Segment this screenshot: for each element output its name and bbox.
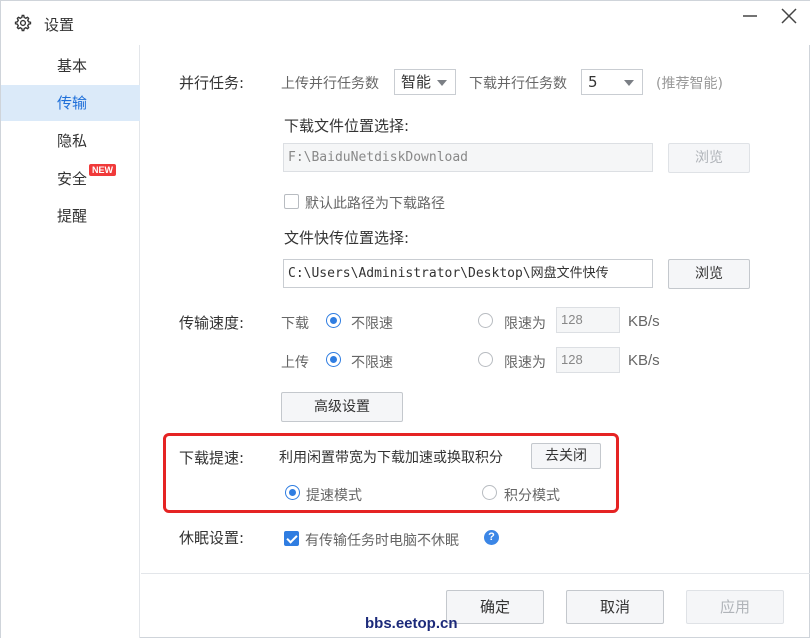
download-parallel-value: 5 bbox=[588, 73, 598, 91]
sidebar-item-label: 传输 bbox=[57, 94, 88, 112]
download-boost-label: 下载提速: bbox=[179, 449, 245, 467]
sidebar-item-label: 基本 bbox=[57, 57, 88, 75]
default-path-checkbox-label: 默认此路径为下载路径 bbox=[305, 196, 445, 212]
sidebar-item-label: 隐私 bbox=[57, 132, 88, 150]
chevron-down-icon bbox=[437, 80, 447, 86]
speed-mode-radio[interactable] bbox=[285, 485, 300, 500]
default-path-checkbox[interactable] bbox=[284, 194, 299, 209]
ok-button[interactable]: 确定 bbox=[446, 590, 544, 624]
apply-button[interactable]: 应用 bbox=[686, 590, 784, 624]
points-mode-radio[interactable] bbox=[482, 485, 497, 500]
help-icon[interactable]: ? bbox=[484, 530, 499, 545]
transfer-settings-panel: 并行任务: 上传并行任务数 智能 下载并行任务数 5 (推荐智能) 下载文件位置… bbox=[141, 45, 810, 638]
sidebar-item-privacy[interactable]: 隐私 bbox=[1, 123, 140, 159]
sidebar-item-label: 提醒 bbox=[57, 207, 88, 225]
chevron-down-icon bbox=[624, 80, 634, 86]
speed-upload-label: 上传 bbox=[281, 355, 309, 371]
footer-divider bbox=[141, 573, 810, 574]
upload-unit-label: KB/s bbox=[628, 352, 660, 369]
download-boost-description: 利用闲置带宽为下载加速或换取积分 bbox=[279, 450, 503, 466]
advanced-settings-button[interactable]: 高级设置 bbox=[281, 392, 403, 422]
sidebar-item-label: 安全 bbox=[57, 170, 88, 188]
upload-parallel-select[interactable]: 智能 bbox=[394, 69, 456, 95]
quick-pass-location-label: 文件快传位置选择: bbox=[284, 229, 410, 247]
close-icon[interactable] bbox=[776, 5, 802, 27]
upload-unlimited-radio[interactable] bbox=[326, 352, 341, 367]
speed-download-label: 下载 bbox=[281, 316, 309, 332]
download-limit-radio[interactable] bbox=[478, 313, 493, 328]
sidebar-item-reminder[interactable]: 提醒 bbox=[1, 198, 140, 234]
watermark-text: bbs.eetop.cn bbox=[365, 615, 458, 632]
download-location-label: 下载文件位置选择: bbox=[284, 117, 410, 135]
no-sleep-checkbox[interactable] bbox=[284, 531, 299, 546]
quick-pass-browse-button[interactable]: 浏览 bbox=[668, 259, 750, 289]
upload-parallel-label: 上传并行任务数 bbox=[281, 76, 379, 92]
minimize-icon[interactable] bbox=[737, 5, 763, 27]
download-unlimited-radio[interactable] bbox=[326, 313, 341, 328]
sidebar-item-security[interactable]: 安全 NEW bbox=[1, 161, 140, 197]
speed-mode-label: 提速模式 bbox=[306, 488, 362, 504]
download-limit-input[interactable]: 128 bbox=[556, 307, 620, 333]
upload-limit-label: 限速为 bbox=[504, 355, 546, 371]
new-badge: NEW bbox=[89, 164, 116, 176]
parallel-tasks-label: 并行任务: bbox=[179, 74, 245, 92]
download-parallel-select[interactable]: 5 bbox=[581, 69, 643, 95]
sleep-settings-label: 休眠设置: bbox=[179, 529, 245, 547]
quick-pass-path-field[interactable]: C:\Users\Administrator\Desktop\网盘文件快传 bbox=[283, 259, 653, 288]
parallel-hint: (推荐智能) bbox=[656, 76, 723, 92]
download-path-field[interactable]: F:\BaiduNetdiskDownload bbox=[283, 143, 653, 172]
transfer-speed-label: 传输速度: bbox=[179, 314, 245, 332]
gear-icon bbox=[14, 14, 32, 32]
points-mode-label: 积分模式 bbox=[504, 488, 560, 504]
boost-close-button[interactable]: 去关闭 bbox=[531, 443, 601, 469]
upload-limit-input[interactable]: 128 bbox=[556, 347, 620, 373]
no-sleep-checkbox-label: 有传输任务时电脑不休眠 bbox=[305, 533, 459, 549]
sidebar-item-basic[interactable]: 基本 bbox=[1, 48, 140, 84]
upload-parallel-value: 智能 bbox=[401, 73, 432, 91]
window-title: 设置 bbox=[44, 16, 75, 34]
download-browse-button[interactable]: 浏览 bbox=[668, 143, 750, 173]
sidebar-item-transfer[interactable]: 传输 bbox=[1, 85, 140, 121]
title-bar: 设置 bbox=[1, 1, 810, 45]
upload-limit-radio[interactable] bbox=[478, 352, 493, 367]
upload-unlimited-label: 不限速 bbox=[351, 355, 393, 371]
download-parallel-label: 下载并行任务数 bbox=[469, 76, 567, 92]
sidebar: 基本 传输 隐私 安全 NEW 提醒 bbox=[1, 45, 140, 638]
download-limit-label: 限速为 bbox=[504, 316, 546, 332]
cancel-button[interactable]: 取消 bbox=[566, 590, 664, 624]
settings-window: 设置 基本 传输 隐私 安全 NEW 提醒 并行任务: 上传并行任务数 智能 下… bbox=[0, 0, 810, 638]
download-unit-label: KB/s bbox=[628, 313, 660, 330]
download-unlimited-label: 不限速 bbox=[351, 316, 393, 332]
